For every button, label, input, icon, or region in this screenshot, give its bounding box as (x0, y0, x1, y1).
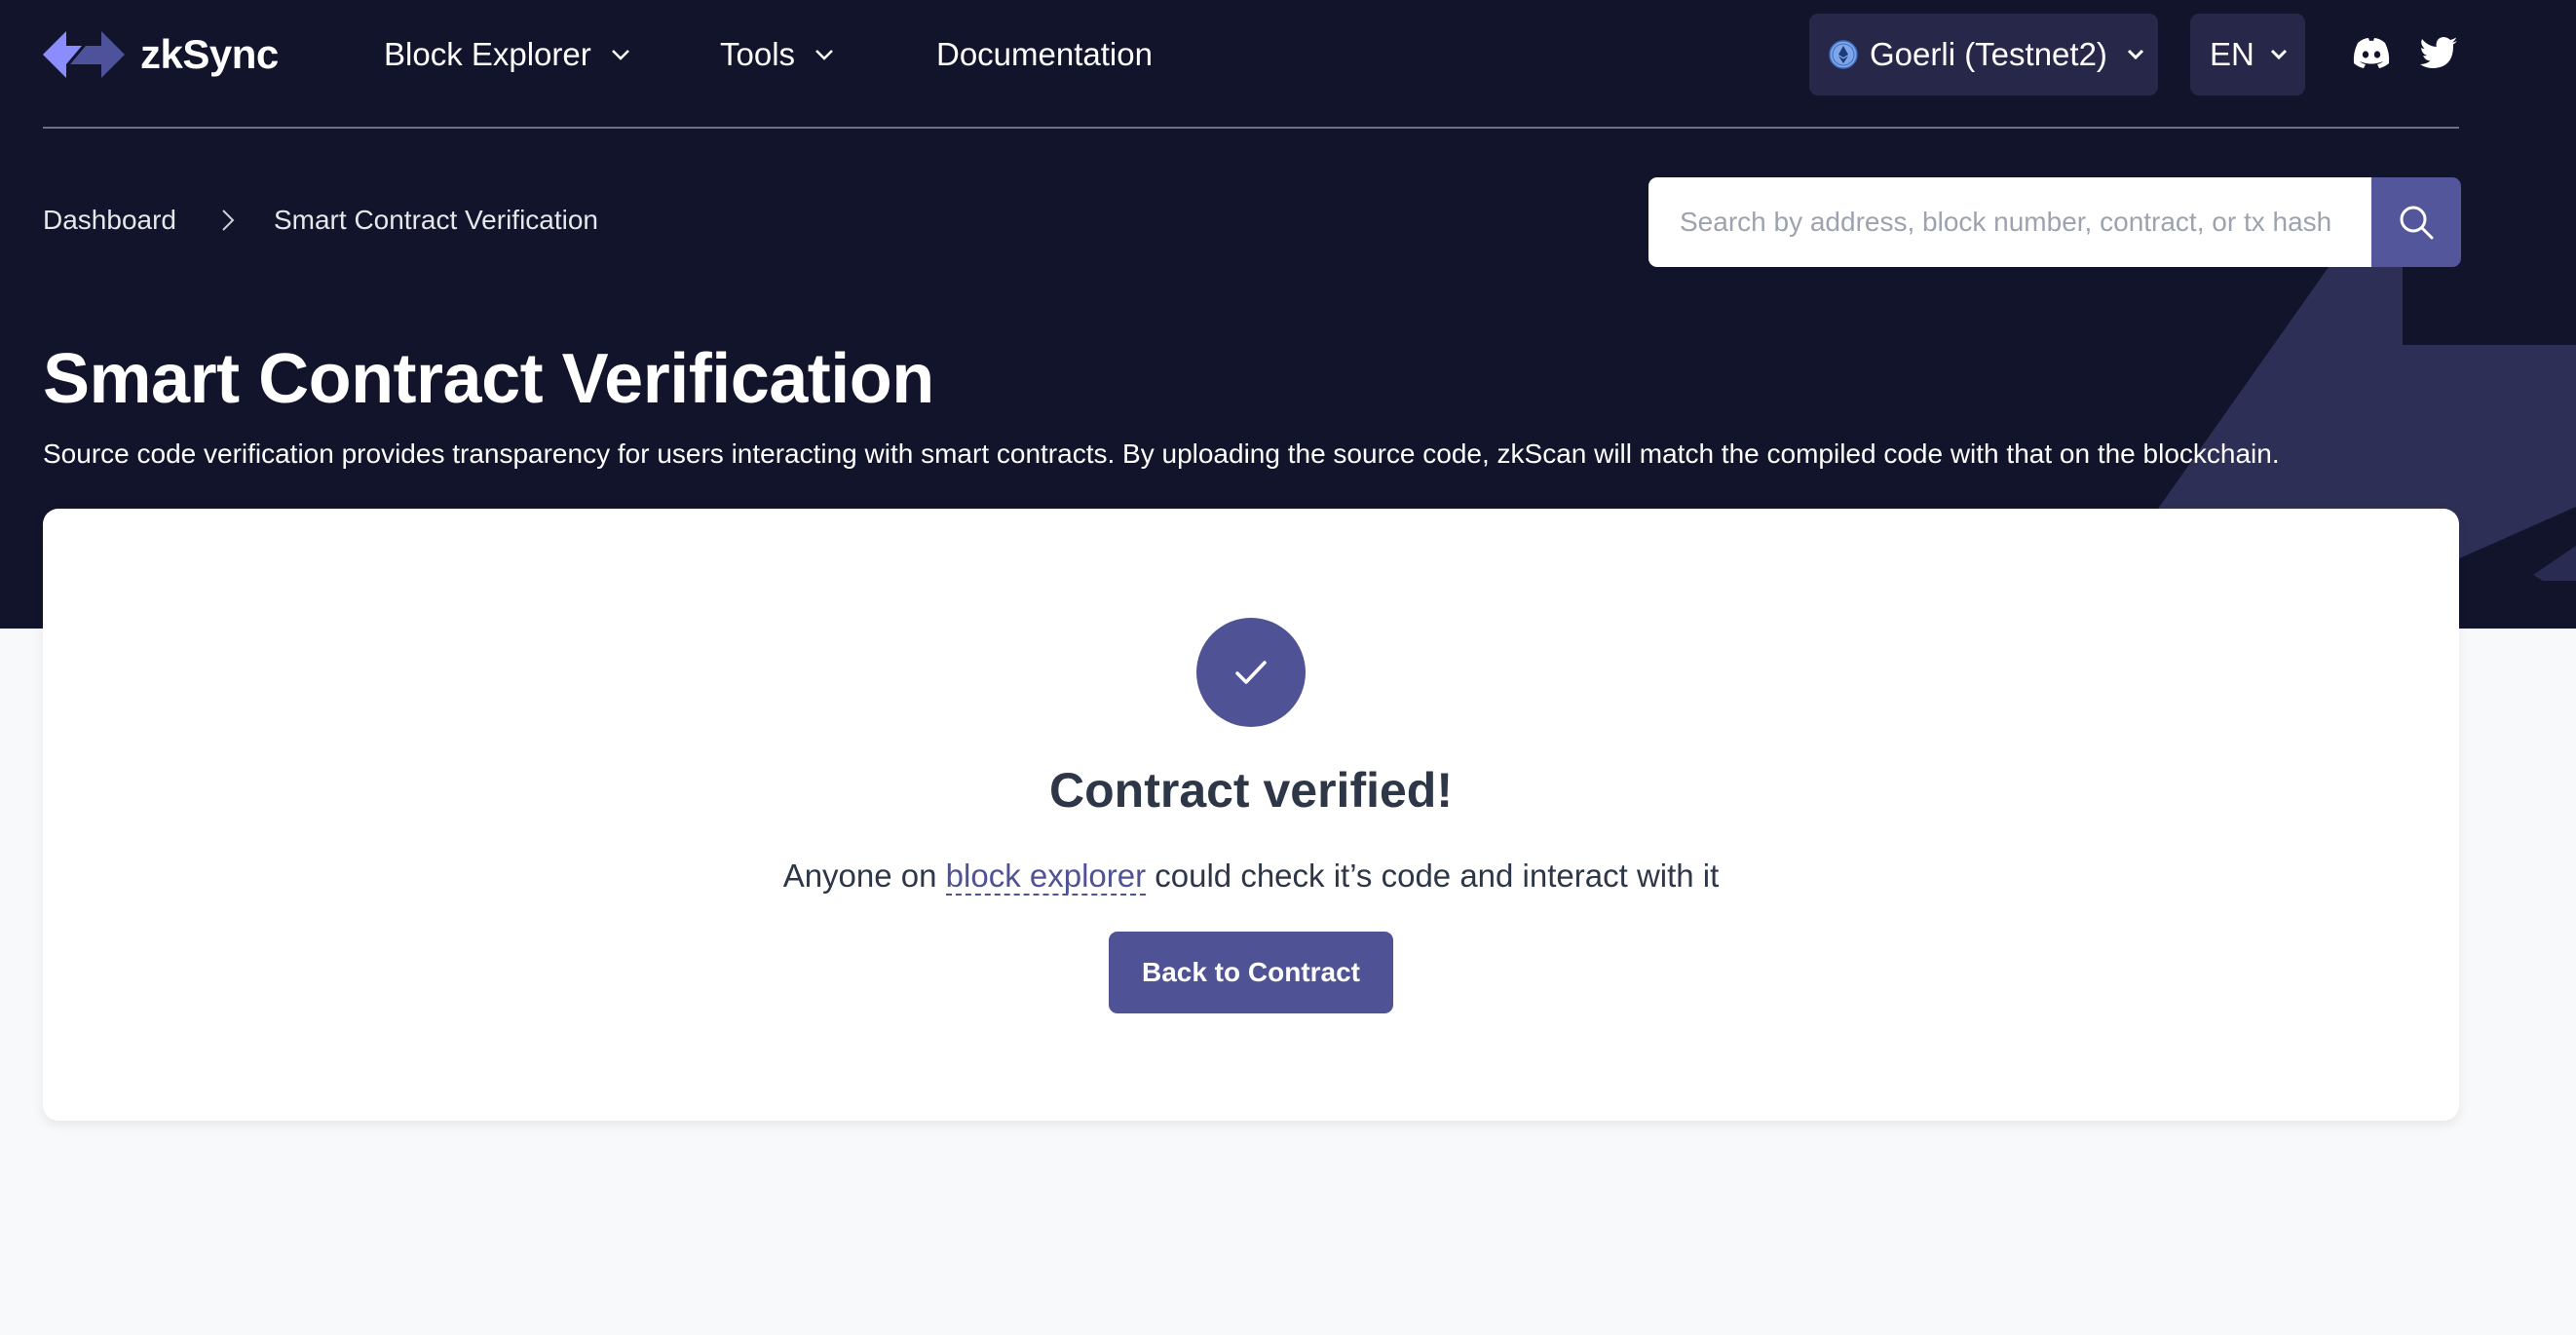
twitter-icon[interactable] (2418, 31, 2461, 74)
logo[interactable]: zkSync (43, 29, 279, 80)
success-badge (1196, 618, 1306, 727)
nav-block-explorer-label: Block Explorer (384, 36, 591, 72)
discord-icon[interactable] (2350, 31, 2393, 74)
check-icon (1235, 661, 1267, 684)
network-selector[interactable]: Goerli (Testnet2) (1809, 14, 2158, 95)
search-icon (2400, 206, 2434, 240)
chevron-right-icon (222, 210, 235, 231)
breadcrumb: Dashboard Smart Contract Verification (43, 205, 598, 236)
logo-text: zkSync (140, 31, 279, 77)
nav-tools[interactable]: Tools (720, 0, 834, 109)
nav-block-explorer[interactable]: Block Explorer (384, 0, 630, 109)
chevron-down-icon (2270, 49, 2287, 60)
chevron-down-icon (2127, 49, 2143, 60)
result-text-after: could check it’s code and interact with … (1146, 858, 1720, 894)
top-navigation: zkSync Block Explorer Tools Documentatio… (43, 0, 2459, 129)
chevron-down-icon (815, 50, 833, 60)
result-description: Anyone on block explorer could check it’… (782, 858, 1720, 896)
page-subtitle: Source code verification provides transp… (43, 439, 2280, 469)
network-label: Goerli (Testnet2) (1870, 36, 2107, 72)
nav-documentation[interactable]: Documentation (936, 0, 1153, 109)
chevron-down-icon (611, 50, 629, 60)
search-button[interactable] (2371, 177, 2461, 267)
search-bar (1648, 177, 2461, 267)
block-explorer-link[interactable]: block explorer (945, 858, 1147, 896)
language-label: EN (2210, 36, 2254, 72)
nav-tools-label: Tools (720, 36, 796, 72)
nav-documentation-label: Documentation (936, 36, 1153, 72)
ethereum-icon (1829, 40, 1858, 69)
page-title: Smart Contract Verification (43, 340, 934, 418)
result-title: Contract verified! (1049, 763, 1453, 818)
back-to-contract-button[interactable]: Back to Contract (1108, 932, 1394, 1013)
breadcrumb-current: Smart Contract Verification (273, 205, 599, 235)
search-input[interactable] (1648, 177, 2371, 267)
zksync-logo-icon (43, 31, 125, 78)
breadcrumb-dashboard[interactable]: Dashboard (43, 205, 176, 236)
result-text-before: Anyone on (782, 858, 946, 894)
language-selector[interactable]: EN (2190, 14, 2305, 95)
verification-result-card: Contract verified! Anyone on block explo… (43, 509, 2459, 1121)
